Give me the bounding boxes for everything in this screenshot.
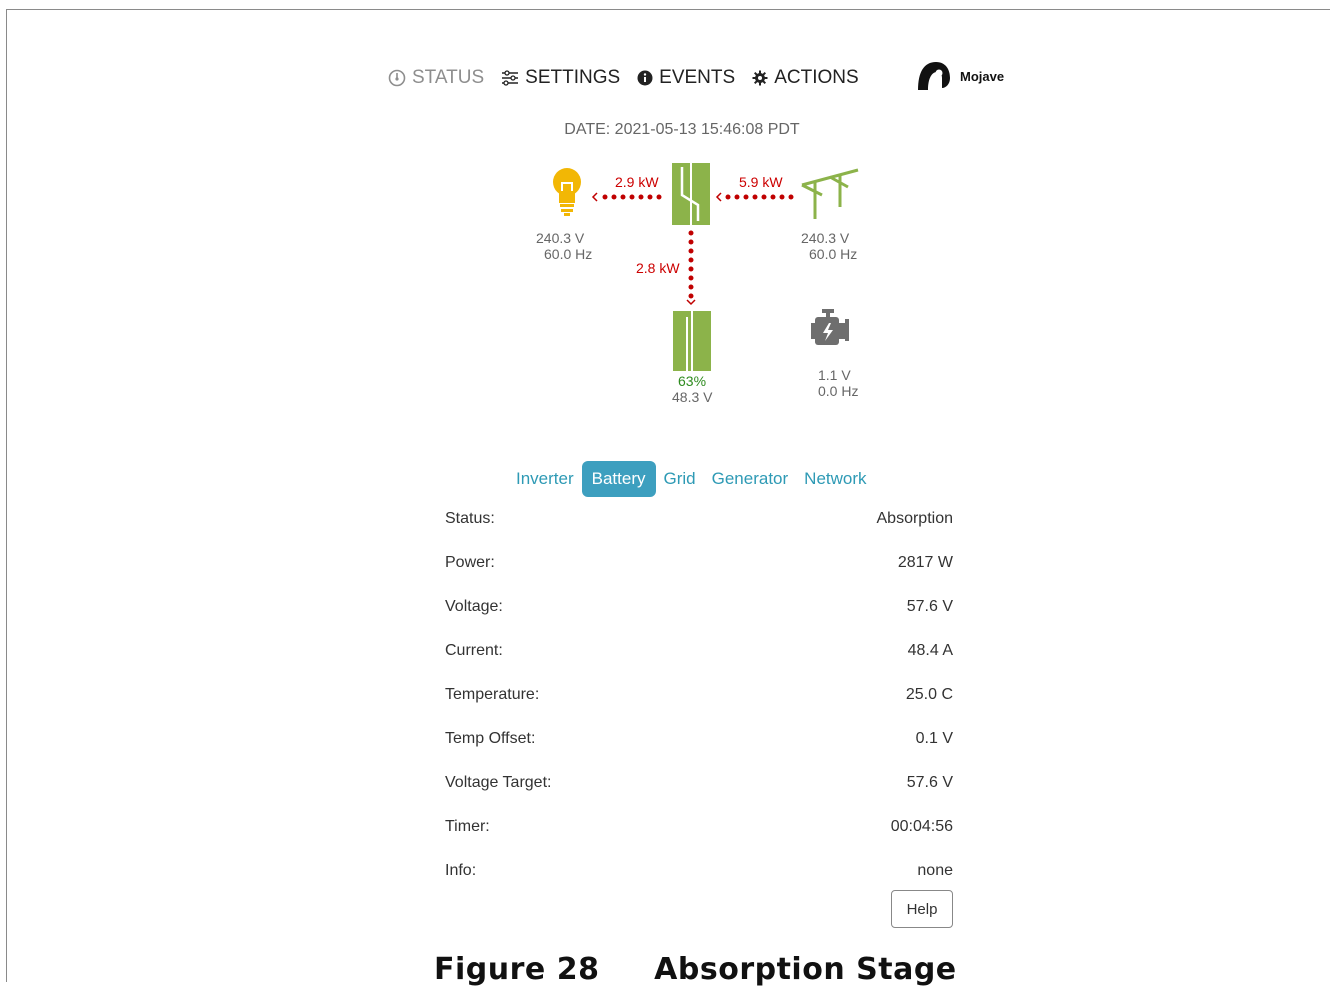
table-row: Info: none	[445, 862, 953, 880]
tab-battery[interactable]: Battery	[581, 461, 656, 497]
flow-battery-dots	[686, 230, 696, 306]
row-value: 00:04:56	[890, 818, 953, 835]
gauge-icon	[388, 69, 406, 87]
battery-icon	[673, 311, 711, 371]
generator-voltage: 1.1 V	[818, 367, 851, 383]
load-voltage: 240.3 V	[536, 230, 585, 246]
load-frequency: 60.0 Hz	[544, 246, 593, 262]
flow-grid-dots	[715, 192, 794, 202]
battery-power: 2.8 kW	[636, 260, 680, 276]
nav-settings[interactable]: SETTINGS	[501, 67, 620, 89]
grid-power: 5.9 kW	[739, 174, 783, 190]
info-icon	[637, 70, 653, 86]
help-button[interactable]: Help	[891, 890, 953, 928]
table-row: Voltage Target: 57.6 V	[445, 774, 953, 792]
row-value: Absorption	[876, 510, 954, 527]
row-value: 57.6 V	[906, 774, 953, 791]
brand-name: Mojave	[960, 68, 1005, 84]
table-row: Power: 2817 W	[445, 554, 953, 572]
brand: Mojave	[916, 60, 1004, 92]
tab-network[interactable]: Network	[796, 461, 874, 497]
nav-events-label: EVENTS	[659, 67, 736, 88]
table-row: Timer: 00:04:56	[445, 818, 953, 836]
row-value: 48.4 A	[907, 642, 953, 659]
nav-settings-label: SETTINGS	[525, 67, 621, 88]
row-label: Voltage Target:	[445, 774, 552, 791]
nav-actions[interactable]: ACTIONS	[752, 67, 859, 89]
table-row: Status: Absorption	[445, 510, 953, 528]
gear-icon	[752, 70, 768, 86]
generator-frequency: 0.0 Hz	[818, 383, 859, 399]
load-power: 2.9 kW	[615, 174, 659, 190]
grid-voltage: 240.3 V	[801, 230, 850, 246]
row-label: Voltage:	[445, 598, 503, 615]
row-label: Power:	[445, 554, 495, 571]
row-label: Current:	[445, 642, 503, 659]
table-row: Temperature: 25.0 C	[445, 686, 953, 704]
lightbulb-icon	[553, 168, 581, 216]
tab-inverter[interactable]: Inverter	[508, 461, 582, 497]
row-value: 57.6 V	[906, 598, 953, 615]
battery-voltage: 48.3 V	[672, 389, 713, 405]
table-row: Voltage: 57.6 V	[445, 598, 953, 616]
row-label: Temp Offset:	[445, 730, 536, 747]
tab-generator[interactable]: Generator	[704, 461, 797, 497]
row-value: 2817 W	[897, 554, 953, 571]
mojave-logo-icon	[918, 62, 950, 90]
row-value: 25.0 C	[905, 686, 953, 703]
battery-soc: 63%	[678, 373, 707, 389]
row-value: none	[917, 862, 953, 879]
table-row: Current: 48.4 A	[445, 642, 953, 660]
nav-status-label: STATUS	[412, 67, 485, 88]
table-row: Temp Offset: 0.1 V	[445, 730, 953, 748]
row-label: Status:	[445, 510, 495, 527]
detail-tabs: Inverter Battery Grid Generator Network	[508, 461, 875, 497]
nav-actions-label: ACTIONS	[774, 67, 859, 88]
row-label: Info:	[445, 862, 477, 879]
sliders-icon	[502, 70, 519, 86]
status-date: DATE: 2021-05-13 15:46:08 PDT	[564, 121, 800, 138]
tab-grid[interactable]: Grid	[656, 461, 704, 497]
grid-frequency: 60.0 Hz	[809, 246, 858, 262]
nav-events[interactable]: EVENTS	[637, 67, 735, 89]
inverter-icon	[672, 163, 710, 225]
row-value: 0.1 V	[915, 730, 953, 747]
nav-status[interactable]: STATUS	[388, 67, 484, 89]
top-nav: STATUS SETTINGS EVENTS ACTIONS	[388, 64, 876, 92]
row-label: Temperature:	[445, 686, 540, 703]
flow-load-dots	[591, 192, 662, 202]
grid-pylon-icon	[801, 168, 859, 219]
generator-engine-icon	[811, 309, 849, 345]
row-label: Timer:	[445, 818, 490, 835]
